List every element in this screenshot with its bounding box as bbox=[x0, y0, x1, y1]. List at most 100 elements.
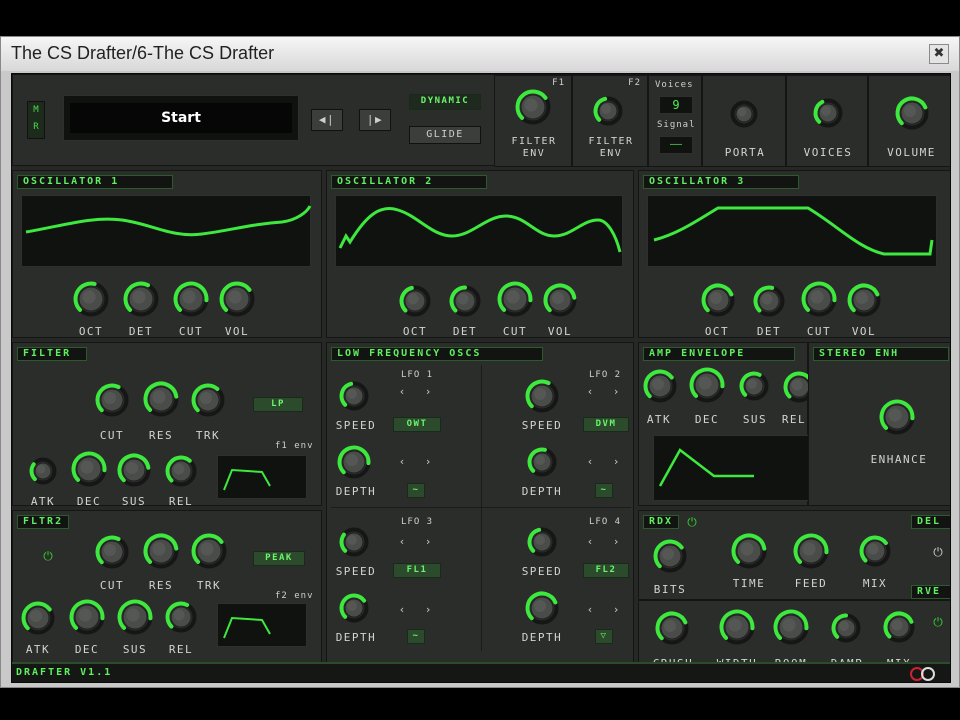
lfo2-prev-arrow[interactable]: ‹ bbox=[583, 385, 597, 398]
filter2-res-knob[interactable] bbox=[143, 533, 179, 569]
filter2-power-icon[interactable]: ⏻ bbox=[41, 549, 55, 563]
lfo4-depth-prev-arrow[interactable]: ‹ bbox=[583, 603, 597, 616]
lfo-divider-h bbox=[331, 507, 631, 508]
lfo3-target-button[interactable]: FL1 bbox=[393, 563, 441, 578]
lfo3-depth-knob[interactable] bbox=[339, 593, 369, 623]
filter-env-1-knob[interactable] bbox=[515, 89, 551, 125]
lfo2-next-arrow[interactable]: › bbox=[609, 385, 623, 398]
lfo4-prev-arrow[interactable]: ‹ bbox=[583, 535, 597, 548]
prev-preset-button[interactable]: ◀| bbox=[311, 109, 343, 131]
delay-feed-knob[interactable] bbox=[793, 533, 829, 569]
lfo3-speed-knob[interactable] bbox=[339, 527, 369, 557]
lfo4-next-arrow[interactable]: › bbox=[609, 535, 623, 548]
reverb-mix-knob[interactable] bbox=[883, 611, 915, 643]
filter-trk-knob[interactable] bbox=[191, 383, 225, 417]
amp-dec-knob[interactable] bbox=[689, 367, 725, 403]
rdx-power-icon[interactable]: ⏻ bbox=[685, 515, 699, 529]
osc3-vol-knob[interactable] bbox=[847, 283, 881, 317]
osc1-vol-knob[interactable] bbox=[219, 281, 255, 317]
lfo4-speed-knob[interactable] bbox=[527, 527, 557, 557]
lfo4-target-button[interactable]: FL2 bbox=[583, 563, 629, 578]
lfo1-speed-knob[interactable] bbox=[339, 381, 369, 411]
footer-bar: DRAFTER V1.1 bbox=[12, 662, 950, 682]
enhance-knob[interactable] bbox=[879, 399, 915, 435]
lfo3-prev-arrow[interactable]: ‹ bbox=[395, 535, 409, 548]
reverb-power-icon[interactable]: ⏻ bbox=[931, 615, 945, 629]
filter2-sus-knob[interactable] bbox=[117, 599, 153, 635]
osc3-oct-knob[interactable] bbox=[701, 283, 735, 317]
lfo1-wave-button[interactable]: ~ bbox=[407, 483, 425, 498]
lfo1-target-button[interactable]: OWT bbox=[393, 417, 441, 432]
lfo3-depth-prev-arrow[interactable]: ‹ bbox=[395, 603, 409, 616]
filter-trk-label: TRK bbox=[195, 429, 221, 442]
glide-button[interactable]: GLIDE bbox=[409, 126, 481, 144]
filter-atk-knob[interactable] bbox=[29, 457, 57, 485]
filter-env-2-knob[interactable] bbox=[593, 96, 623, 126]
osc2-det-knob[interactable] bbox=[449, 285, 481, 317]
lfo1-next-arrow[interactable]: › bbox=[421, 385, 435, 398]
window-titlebar[interactable]: The CS Drafter/6-The CS Drafter ✖ bbox=[1, 37, 959, 71]
lfo1-depth-knob[interactable] bbox=[337, 445, 371, 479]
close-button[interactable]: ✖ bbox=[929, 44, 949, 64]
delay-power-icon[interactable]: ⏻ bbox=[931, 545, 945, 559]
crush-knob[interactable] bbox=[655, 611, 689, 645]
filter-rel-knob[interactable] bbox=[165, 455, 197, 487]
lfo1-depth-prev-arrow[interactable]: ‹ bbox=[395, 455, 409, 468]
volume-section: VOLUME bbox=[868, 75, 950, 167]
voices-knob[interactable] bbox=[813, 98, 843, 128]
filter2-rel-knob[interactable] bbox=[165, 601, 197, 633]
reverb-width-knob[interactable] bbox=[719, 609, 755, 645]
filter-env-display bbox=[217, 455, 307, 499]
reverb-room-knob[interactable] bbox=[773, 609, 809, 645]
osc2-cut-knob[interactable] bbox=[497, 281, 533, 317]
bits-knob[interactable] bbox=[653, 539, 687, 573]
volume-knob[interactable] bbox=[895, 96, 929, 130]
filter2-dec-knob[interactable] bbox=[69, 599, 105, 635]
amp-atk-knob[interactable] bbox=[643, 369, 677, 403]
osc1-cut-knob[interactable] bbox=[173, 281, 209, 317]
filter2-trk-knob[interactable] bbox=[191, 533, 227, 569]
lfo4-wave-button[interactable]: ▽ bbox=[595, 629, 613, 644]
lfo3-depth-next-arrow[interactable]: › bbox=[421, 603, 435, 616]
lfo4-depth-knob[interactable] bbox=[525, 591, 559, 625]
filter2-rel-label: REL bbox=[168, 643, 194, 656]
amp-sus-knob[interactable] bbox=[739, 371, 769, 401]
delay-time-knob[interactable] bbox=[731, 533, 767, 569]
filter2-atk-knob[interactable] bbox=[21, 601, 55, 635]
next-preset-button[interactable]: |▶ bbox=[359, 109, 391, 131]
osc3-cut-label: CUT bbox=[806, 325, 832, 338]
filter2-mode-button[interactable]: PEAK bbox=[253, 551, 305, 566]
mode-mr-toggle[interactable]: M R bbox=[27, 101, 45, 139]
filter-env-2-label: FILTER ENV bbox=[588, 136, 634, 159]
lfo1-depth-next-arrow[interactable]: › bbox=[421, 455, 435, 468]
lfo4-depth-next-arrow[interactable]: › bbox=[609, 603, 623, 616]
filter2-cut-label: CUT bbox=[99, 579, 125, 592]
lfo2-depth-knob[interactable] bbox=[527, 447, 557, 477]
porta-knob[interactable] bbox=[730, 100, 758, 128]
osc1-oct-knob[interactable] bbox=[73, 281, 109, 317]
dynamic-button[interactable]: DYNAMIC bbox=[409, 94, 481, 110]
filter-res-knob[interactable] bbox=[143, 381, 179, 417]
lfo1-prev-arrow[interactable]: ‹ bbox=[395, 385, 409, 398]
lfo3-next-arrow[interactable]: › bbox=[421, 535, 435, 548]
lfo2-depth-prev-arrow[interactable]: ‹ bbox=[583, 455, 597, 468]
amp-sus-label: SUS bbox=[742, 413, 768, 426]
filter-mode-button[interactable]: LP bbox=[253, 397, 303, 412]
osc2-oct-knob[interactable] bbox=[399, 285, 431, 317]
osc3-cut-knob[interactable] bbox=[801, 281, 837, 317]
lfo2-wave-button[interactable]: ~ bbox=[595, 483, 613, 498]
osc3-det-knob[interactable] bbox=[753, 285, 785, 317]
osc1-det-knob[interactable] bbox=[123, 281, 159, 317]
delay-time-label: TIME bbox=[732, 577, 766, 590]
reverb-damp-knob[interactable] bbox=[831, 613, 861, 643]
filter2-cut-knob[interactable] bbox=[95, 535, 129, 569]
lfo2-depth-next-arrow[interactable]: › bbox=[609, 455, 623, 468]
filter-dec-knob[interactable] bbox=[71, 451, 107, 487]
osc2-vol-knob[interactable] bbox=[543, 283, 577, 317]
filter-cut-knob[interactable] bbox=[95, 383, 129, 417]
lfo2-speed-knob[interactable] bbox=[525, 379, 559, 413]
lfo2-target-button[interactable]: DVM bbox=[583, 417, 629, 432]
delay-mix-knob[interactable] bbox=[859, 535, 891, 567]
lfo3-wave-button[interactable]: ~ bbox=[407, 629, 425, 644]
filter-sus-knob[interactable] bbox=[117, 453, 151, 487]
